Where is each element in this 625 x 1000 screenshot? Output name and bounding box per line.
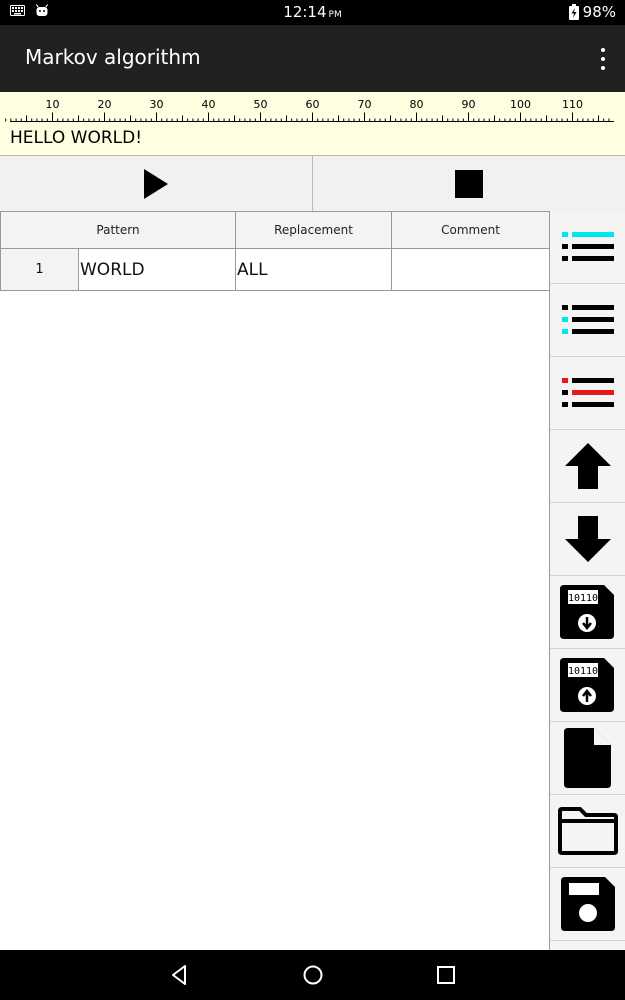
ruler-label: 70 (358, 98, 372, 111)
new-file-icon (563, 728, 611, 788)
status-bar: 12:14 PM 98% (0, 0, 625, 25)
tape-area: 10 20 30 40 50 60 70 80 90 100 110 HELLO WORLD! (0, 92, 625, 155)
ruler-label: 60 (306, 98, 320, 111)
ruler-label: 80 (410, 98, 424, 111)
clock-ampm: PM (328, 10, 342, 20)
import-button[interactable]: 10110 (550, 576, 625, 649)
ruler-label: 110 (562, 98, 583, 111)
insert-rule-below-icon (561, 305, 614, 334)
play-icon (144, 168, 168, 199)
save-button[interactable] (550, 868, 625, 941)
delete-rule-button[interactable] (550, 357, 625, 430)
floppy-label: 10110 (567, 666, 597, 677)
battery-percent: 98% (582, 3, 616, 21)
more-vert-icon[interactable] (599, 48, 607, 70)
new-file-button[interactable] (550, 722, 625, 795)
arrow-up-icon (564, 443, 611, 489)
header-pattern[interactable]: Pattern (0, 211, 237, 249)
export-button[interactable]: 10110 (550, 649, 625, 722)
ruler-label: 100 (510, 98, 531, 111)
ruler-label: 10 (46, 98, 60, 111)
save-icon (560, 877, 615, 931)
stop-button[interactable] (313, 156, 625, 211)
insert-rule-above-button[interactable] (550, 211, 625, 284)
floppy-label: 10110 (567, 593, 597, 604)
table-header-row: Pattern Replacement Comment (0, 211, 551, 249)
rules-table: Pattern Replacement Comment 1 WORLD ALL (0, 211, 551, 291)
row-number[interactable]: 1 (0, 248, 79, 291)
tape-text[interactable]: HELLO WORLD! (10, 128, 142, 148)
arrow-down-icon (564, 516, 611, 562)
back-icon[interactable] (168, 963, 192, 987)
header-comment[interactable]: Comment (391, 211, 551, 249)
floppy-export-icon: 10110 (559, 658, 614, 712)
insert-rule-above-icon (561, 232, 614, 261)
navigation-bar (0, 950, 625, 1000)
move-down-button[interactable] (550, 503, 625, 576)
control-row (0, 155, 625, 211)
clock-time: 12:14 (283, 3, 327, 21)
clock: 12:14 PM (0, 3, 625, 21)
ruler: 10 20 30 40 50 60 70 80 90 100 110 (5, 98, 614, 122)
pattern-cell[interactable]: WORLD (77, 248, 237, 291)
move-up-button[interactable] (550, 430, 625, 503)
table-row[interactable]: 1 WORLD ALL (0, 248, 551, 291)
ruler-label: 20 (98, 98, 112, 111)
ruler-label: 30 (150, 98, 164, 111)
floppy-import-icon: 10110 (559, 585, 614, 639)
replacement-cell[interactable]: ALL (235, 248, 393, 291)
ruler-label: 50 (254, 98, 268, 111)
open-folder-icon (557, 807, 618, 855)
insert-rule-below-button[interactable] (550, 284, 625, 357)
run-button[interactable] (0, 156, 313, 211)
rule-toolbar: 10110 10110 (549, 211, 625, 950)
ruler-label: 40 (202, 98, 216, 111)
ruler-label: 90 (462, 98, 476, 111)
open-folder-button[interactable] (550, 795, 625, 868)
app-title: Markov algorithm (25, 45, 201, 69)
battery-charging-icon (568, 4, 579, 20)
status-right: 98% (568, 3, 616, 21)
app-bar: Markov algorithm (0, 25, 625, 92)
delete-rule-icon (561, 378, 614, 407)
recents-icon[interactable] (434, 963, 458, 987)
comment-cell[interactable] (391, 248, 551, 291)
home-icon[interactable] (301, 963, 325, 987)
header-replacement[interactable]: Replacement (235, 211, 393, 249)
stop-icon (455, 169, 483, 198)
